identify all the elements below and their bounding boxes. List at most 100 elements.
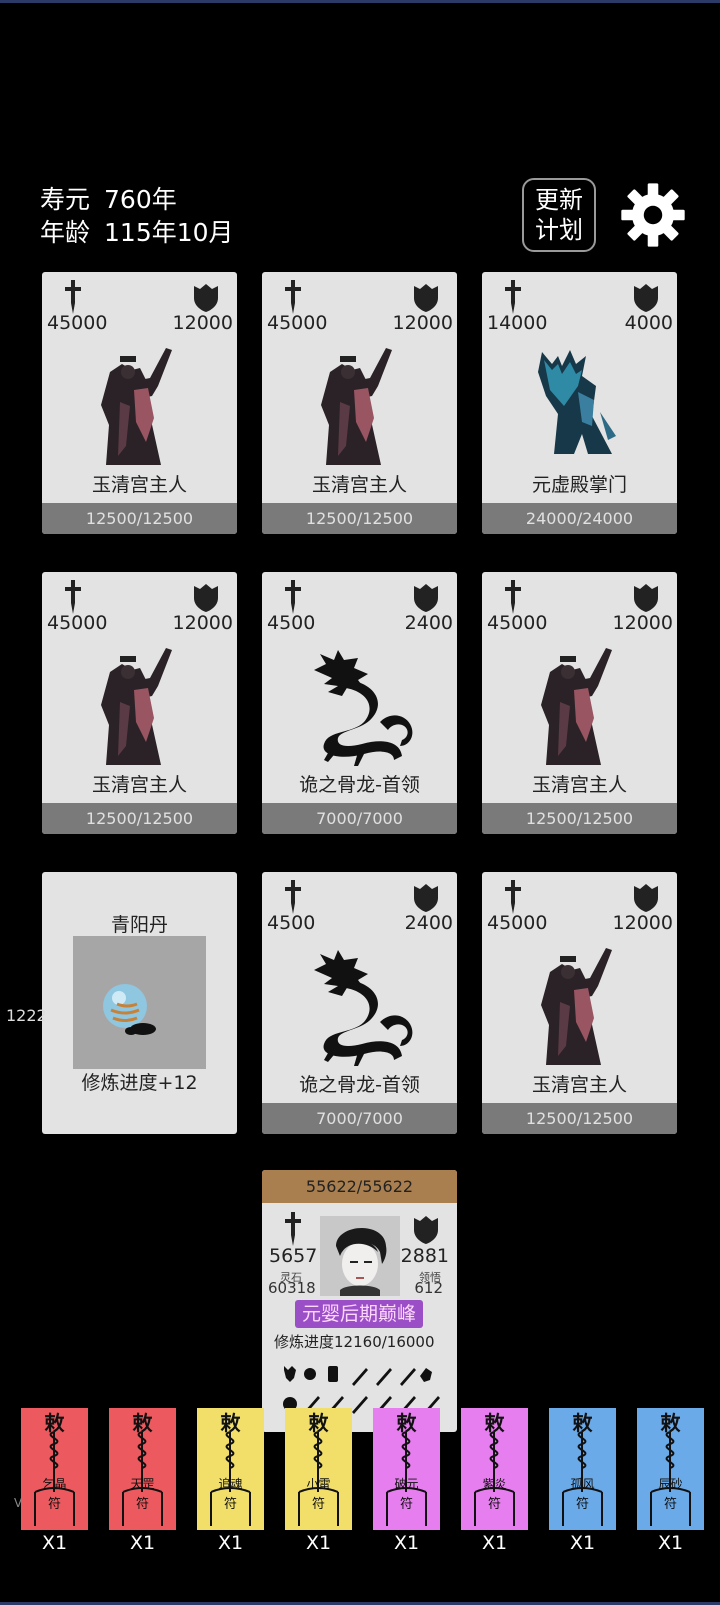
talisman-name: 追魂 xyxy=(218,1476,242,1491)
talisman-image: 敕天罡符 xyxy=(109,1408,176,1530)
enemy-hp-bar: 12500/12500 xyxy=(482,1103,677,1134)
enemy-hp-bar: 12500/12500 xyxy=(262,503,457,534)
bone-dragon-portrait xyxy=(262,642,457,768)
enemy-hp-bar: 12500/12500 xyxy=(482,803,677,834)
enemy-name: 元虚殿掌门 xyxy=(531,474,627,496)
attack-value: 45000 xyxy=(47,612,108,634)
blue-sect-master-portrait xyxy=(482,342,677,468)
item-name: 青阳丹 xyxy=(110,914,168,936)
update-plan-button[interactable]: 更新 计划 xyxy=(522,178,596,252)
player-defense: 2881 xyxy=(400,1245,449,1267)
enemy-card[interactable]: 45000 12000 玉清宫主人 12500/12500 xyxy=(482,872,677,1134)
talisman-card[interactable]: 敕小雷符 xyxy=(285,1408,352,1530)
talisman-count: X1 xyxy=(305,1532,332,1554)
enemy-card[interactable]: 4500 2400 诡之骨龙-首领 7000/7000 xyxy=(262,872,457,1134)
item-effect: 修炼进度+12 xyxy=(81,1072,198,1094)
talisman-count: X1 xyxy=(41,1532,68,1554)
sword-skill-icon xyxy=(352,1368,368,1386)
talisman-card[interactable]: 敕破元符 xyxy=(373,1408,440,1530)
sword-icon xyxy=(282,280,304,314)
attack-value: 45000 xyxy=(487,612,548,634)
lifespan-value: 760年 xyxy=(104,185,177,214)
defense-value: 2400 xyxy=(404,912,453,934)
spider-icon xyxy=(304,1368,316,1380)
sword-skill-icon xyxy=(376,1368,392,1386)
defense-value: 12000 xyxy=(392,312,453,334)
sword-icon xyxy=(62,280,84,314)
talisman-card[interactable]: 敕辰砂符 xyxy=(637,1408,704,1530)
player-avatar xyxy=(320,1216,400,1296)
shield-icon xyxy=(191,582,221,612)
enemy-card[interactable]: 14000 4000 元虚殿掌门 24000/24000 xyxy=(482,272,677,534)
attack-value: 45000 xyxy=(487,912,548,934)
defense-value: 2400 xyxy=(404,612,453,634)
enemy-card[interactable]: 45000 12000 玉清宫主人 12500/12500 xyxy=(262,272,457,534)
sword-skill-icon xyxy=(400,1368,416,1386)
shield-icon xyxy=(411,582,441,612)
talisman-image: 敕小雷符 xyxy=(285,1408,352,1530)
sword-icon xyxy=(282,580,304,614)
talisman-bottom-glyph: 符 xyxy=(400,1496,413,1512)
claw-icon xyxy=(420,1368,432,1382)
cultivation-progress: 修炼进度12160/16000 xyxy=(274,1331,435,1352)
player-card[interactable]: 55622/55622 5657 2881 灵石 60318 领悟 612 元婴… xyxy=(262,1170,457,1432)
attack-value: 45000 xyxy=(47,312,108,334)
talisman-image: 敕孤风符 xyxy=(549,1408,616,1530)
shield-icon xyxy=(411,882,441,912)
defense-value: 12000 xyxy=(172,612,233,634)
defense-value: 12000 xyxy=(172,312,233,334)
realm-badge: 元婴后期巅峰 xyxy=(295,1300,423,1328)
gear-icon[interactable] xyxy=(620,182,686,248)
talisman-name: 破元 xyxy=(394,1476,418,1491)
item-card[interactable]: 青阳丹 修炼进度+12 xyxy=(42,872,237,1134)
enemy-name: 玉清宫主人 xyxy=(311,474,407,496)
progress-value: 12160/16000 xyxy=(334,1333,435,1351)
talisman-name: 紫炎 xyxy=(482,1477,506,1491)
defense-value: 4000 xyxy=(624,312,673,334)
talisman-image: 敕辰砂符 xyxy=(637,1408,704,1530)
progress-label: 修炼进度 xyxy=(274,1333,335,1351)
bone-dragon-portrait xyxy=(262,942,457,1068)
shield-icon xyxy=(631,882,661,912)
shield-icon xyxy=(631,282,661,312)
talisman-name: 孤风 xyxy=(570,1477,594,1491)
talisman-top-glyph: 敕 xyxy=(309,1411,330,1435)
sword-master-portrait xyxy=(42,642,237,768)
talisman-top-glyph: 敕 xyxy=(221,1411,242,1435)
talisman-top-glyph: 敕 xyxy=(397,1411,418,1435)
insight-value: 612 xyxy=(414,1279,443,1297)
attack-value: 14000 xyxy=(487,312,548,334)
age-value: 115年10月 xyxy=(104,218,234,247)
pill-icon xyxy=(73,936,206,1069)
shield-icon xyxy=(411,282,441,312)
talisman-card[interactable]: 敕紫炎符 xyxy=(461,1408,528,1530)
enemy-card[interactable]: 45000 12000 玉清宫主人 12500/12500 xyxy=(482,572,677,834)
talisman-count: X1 xyxy=(569,1532,596,1554)
talisman-top-glyph: 敕 xyxy=(661,1411,682,1435)
talisman-card[interactable]: 敕天罡符 xyxy=(109,1408,176,1530)
talisman-name: 辰砂 xyxy=(658,1477,682,1491)
attack-value: 4500 xyxy=(267,912,316,934)
talisman-count: X1 xyxy=(217,1532,244,1554)
age-row: 年龄 115年10月 xyxy=(40,213,234,249)
enemy-name: 玉清宫主人 xyxy=(91,774,187,796)
enemy-hp-bar: 7000/7000 xyxy=(262,1103,457,1134)
talisman-card[interactable]: 敕追魂符 xyxy=(197,1408,264,1530)
enemy-card[interactable]: 4500 2400 诡之骨龙-首领 7000/7000 xyxy=(262,572,457,834)
talisman-image: 敕乞晶符 xyxy=(21,1408,88,1530)
attack-value: 4500 xyxy=(267,612,316,634)
talisman-image: 敕紫炎符 xyxy=(461,1408,528,1530)
talisman-card[interactable]: 敕孤风符 xyxy=(549,1408,616,1530)
talisman-bottom-glyph: 符 xyxy=(488,1496,501,1512)
sword-master-portrait xyxy=(482,642,677,768)
sword-icon xyxy=(502,580,524,614)
enemy-card[interactable]: 45000 12000 玉清宫主人 12500/12500 xyxy=(42,272,237,534)
talisman-bottom-glyph: 符 xyxy=(576,1496,589,1512)
shield-icon xyxy=(411,1214,441,1244)
item-image xyxy=(73,936,206,1069)
enemy-hp-bar: 7000/7000 xyxy=(262,803,457,834)
enemy-hp-bar: 12500/12500 xyxy=(42,803,237,834)
talisman-count: X1 xyxy=(657,1532,684,1554)
enemy-card[interactable]: 45000 12000 玉清宫主人 12500/12500 xyxy=(42,572,237,834)
talisman-card[interactable]: 敕乞晶符 xyxy=(21,1408,88,1530)
